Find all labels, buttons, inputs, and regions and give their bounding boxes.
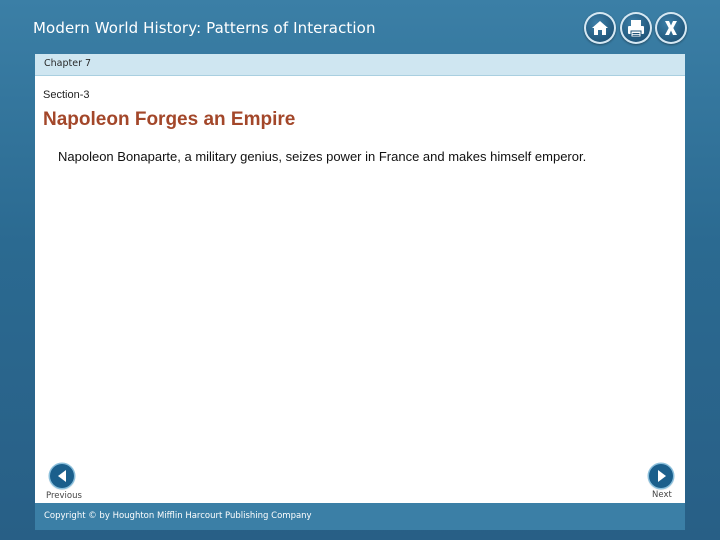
book-title: Modern World History: Patterns of Intera… xyxy=(33,19,376,37)
next-label[interactable]: Next xyxy=(652,490,672,500)
previous-button[interactable] xyxy=(50,464,74,488)
top-nav-icons xyxy=(583,12,689,44)
content-panel: Chapter 7 Section-3 Napoleon Forges an E… xyxy=(35,54,685,530)
home-icon xyxy=(592,21,608,35)
arrow-left-icon xyxy=(58,470,66,482)
print-icon xyxy=(628,20,644,38)
home-button[interactable] xyxy=(584,12,616,44)
page-title: Napoleon Forges an Empire xyxy=(43,109,296,130)
close-icon xyxy=(665,21,677,35)
copyright-text: Copyright © by Houghton Mifflin Harcourt… xyxy=(44,511,312,521)
arrow-right-icon xyxy=(658,470,666,482)
chapter-bar: Chapter 7 xyxy=(35,54,685,76)
previous-label[interactable]: Previous xyxy=(46,491,82,501)
chapter-label: Chapter 7 xyxy=(44,58,92,69)
close-button[interactable] xyxy=(655,12,687,44)
footer-bar: Copyright © by Houghton Mifflin Harcourt… xyxy=(35,503,685,530)
summary-text: Napoleon Bonaparte, a military genius, s… xyxy=(58,149,587,164)
next-button[interactable] xyxy=(649,464,673,488)
print-button[interactable] xyxy=(620,12,652,44)
section-label: Section-3 xyxy=(43,89,90,101)
